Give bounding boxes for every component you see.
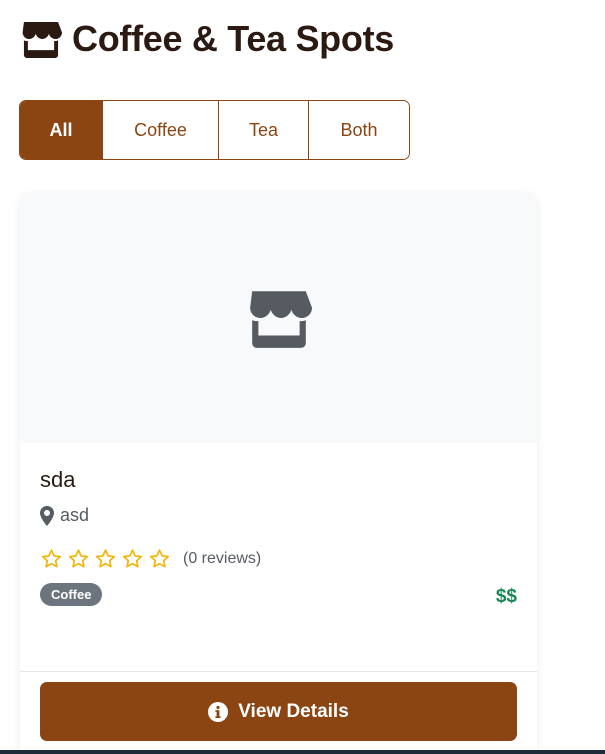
filter-both-button[interactable]: Both — [308, 101, 409, 159]
rating-row: (0 reviews) — [40, 548, 517, 570]
page-header: Coffee & Tea Spots — [20, 14, 394, 64]
view-details-label: View Details — [238, 700, 349, 722]
store-icon — [249, 291, 312, 348]
filter-coffee-button[interactable]: Coffee — [102, 101, 218, 159]
filter-tea-button[interactable]: Tea — [218, 101, 308, 159]
shop-location: asd — [40, 505, 517, 526]
star-empty-icon — [149, 549, 170, 568]
map-marker-icon — [40, 505, 54, 526]
view-details-button[interactable]: View Details — [40, 682, 517, 741]
info-circle-icon — [208, 701, 229, 722]
price-level: $$ — [495, 586, 517, 607]
star-empty-icon — [68, 549, 89, 568]
shop-card: sda asd (0 reviews) Coffee $$ View Detai… — [20, 193, 537, 754]
bottom-edge — [0, 750, 605, 754]
shop-name: sda — [40, 467, 76, 492]
card-footer: View Details — [20, 671, 537, 751]
card-image-placeholder — [20, 193, 537, 443]
location-text: asd — [60, 505, 90, 525]
star-empty-icon — [95, 549, 116, 568]
star-empty-icon — [41, 549, 62, 568]
page-title: Coffee & Tea Spots — [72, 18, 394, 59]
category-badge: Coffee — [40, 582, 103, 606]
filter-all-button[interactable]: All — [20, 101, 102, 159]
review-count: (0 reviews) — [183, 550, 262, 567]
card-meta-row: Coffee $$ — [40, 580, 517, 608]
page: Coffee & Tea Spots All Coffee Tea Both s… — [0, 0, 605, 754]
card-body: sda asd (0 reviews) Coffee $$ — [20, 443, 537, 608]
store-icon — [22, 21, 62, 59]
star-empty-icon — [122, 549, 143, 568]
filter-tabs: All Coffee Tea Both — [19, 100, 410, 160]
